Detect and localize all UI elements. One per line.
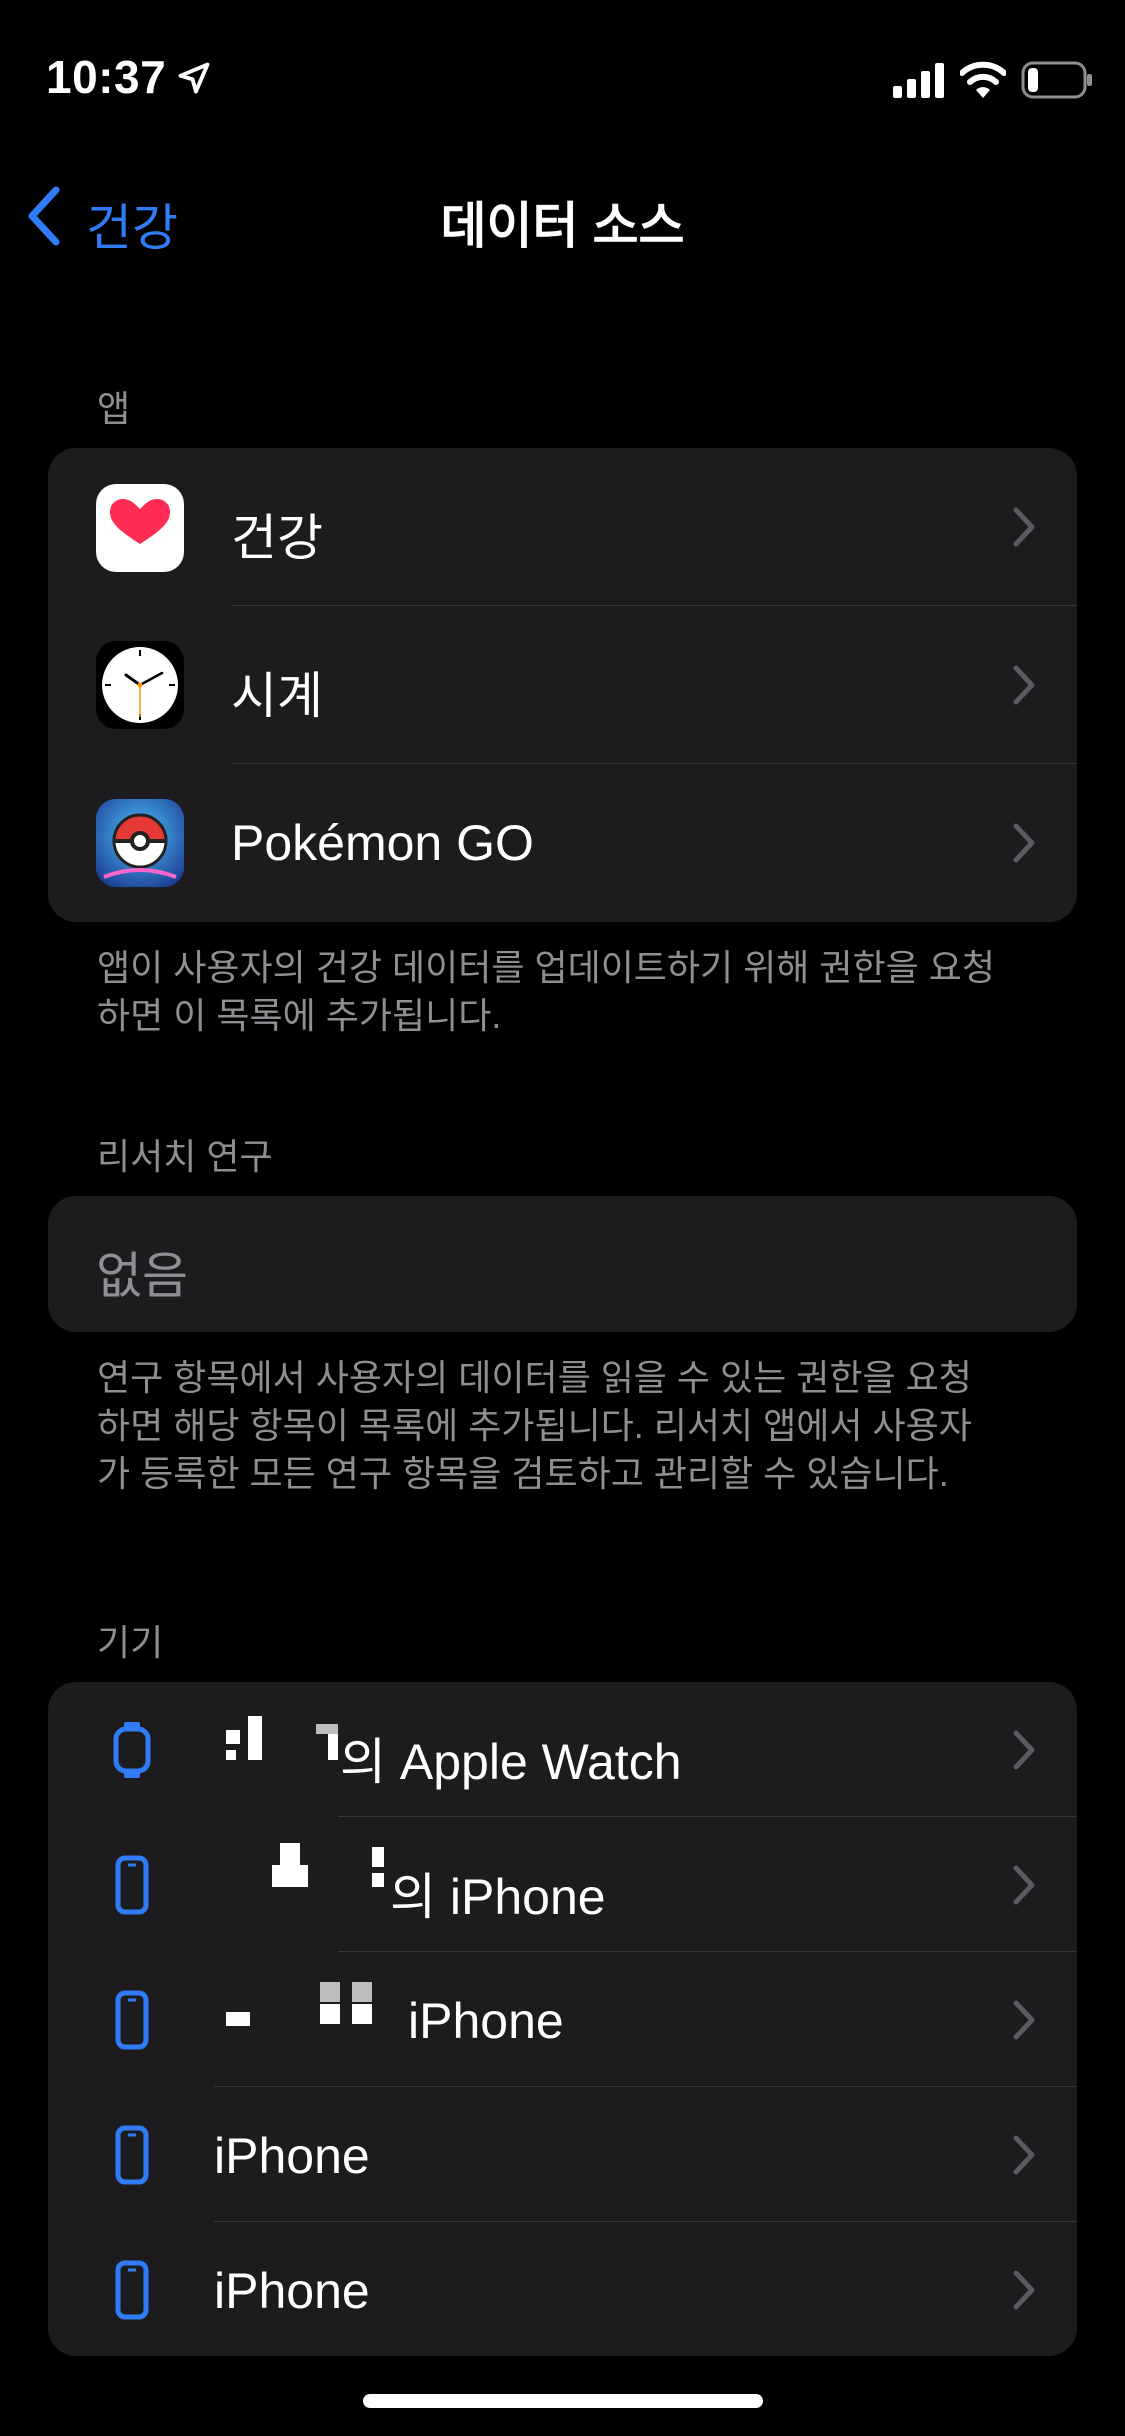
redacted-pixel (352, 2004, 372, 2024)
chevron-right-icon (1013, 1730, 1035, 1770)
iphone-icon (115, 2125, 149, 2185)
research-section-header: 리서치 연구 (97, 1136, 273, 1177)
iphone-icon (115, 1855, 149, 1915)
health-app-icon (96, 484, 184, 572)
redacted-pixel (316, 1724, 338, 1734)
chevron-right-icon (1013, 2000, 1035, 2040)
battery-icon (1021, 61, 1092, 99)
app-row-health[interactable]: 건강 (48, 448, 1077, 606)
devices-list: 의 Apple Watch 의 iPhone iPhone iPhone iPh… (48, 1682, 1077, 2356)
chevron-right-icon (1013, 2135, 1035, 2175)
redacted-pixel (226, 2012, 250, 2026)
device-row[interactable]: 의 iPhone (48, 1817, 1077, 1952)
apps-list: 건강 시계 Pokémon GO (48, 448, 1077, 922)
wifi-icon (960, 61, 1006, 98)
status-time: 10:37 (46, 51, 167, 103)
research-section-footer: 연구 항목에서 사용자의 데이터를 읽을 수 있는 권한을 요청하면 해당 항목… (97, 1357, 972, 1494)
redacted-pixel (372, 1847, 384, 1867)
device-label: iPhone (214, 2263, 370, 2319)
research-list: 없음 (48, 1196, 1077, 1332)
redacted-pixel (328, 1734, 338, 1760)
chevron-right-icon (1013, 665, 1035, 705)
apple-watch-icon (113, 1722, 151, 1778)
device-row[interactable]: iPhone (48, 2222, 1077, 2356)
page-title: 데이터 소스 (440, 198, 685, 254)
redacted-pixel (226, 1730, 240, 1744)
home-indicator[interactable] (363, 2394, 763, 2408)
device-row[interactable]: iPhone (48, 1952, 1077, 2087)
app-label-pokemon-go: Pokémon GO (231, 815, 534, 871)
clock-app-icon (96, 641, 184, 729)
devices-section-header: 기기 (97, 1622, 164, 1663)
redacted-pixel (372, 1873, 384, 1887)
iphone-icon (115, 1990, 149, 2050)
chevron-right-icon (1013, 2270, 1035, 2310)
location-arrow-icon (178, 62, 210, 94)
research-empty-label: 없음 (96, 1248, 188, 1304)
redacted-pixel (280, 1843, 300, 1865)
app-row-pokemon-go[interactable]: Pokémon GO (48, 764, 1077, 922)
redacted-pixel (320, 2004, 340, 2024)
redacted-pixel (248, 1716, 262, 1760)
device-label: 의 iPhone (390, 1869, 606, 1925)
iphone-icon (115, 2260, 149, 2320)
device-label: iPhone (408, 1993, 564, 2049)
app-row-clock[interactable]: 시계 (48, 606, 1077, 764)
apps-section-header: 앱 (97, 388, 131, 429)
redacted-pixel (352, 1982, 372, 2002)
device-label: 의 Apple Watch (340, 1734, 682, 1790)
pokemon-go-app-icon (96, 799, 184, 887)
device-row[interactable]: iPhone (48, 2087, 1077, 2222)
app-label-health: 건강 (231, 510, 323, 566)
apps-section-footer: 앱이 사용자의 건강 데이터를 업데이트하기 위해 권한을 요청하면 이 목록에… (97, 947, 996, 1036)
redacted-pixel (320, 1982, 340, 2002)
redacted-pixel (272, 1865, 308, 1887)
chevron-right-icon (1013, 823, 1035, 863)
device-label: iPhone (214, 2128, 370, 2184)
app-label-clock: 시계 (231, 668, 323, 724)
chevron-right-icon (1013, 1865, 1035, 1905)
cellular-signal-icon (893, 63, 944, 98)
chevron-right-icon (1013, 507, 1035, 547)
device-row[interactable]: 의 Apple Watch (48, 1682, 1077, 1817)
redacted-pixel (226, 1750, 236, 1760)
